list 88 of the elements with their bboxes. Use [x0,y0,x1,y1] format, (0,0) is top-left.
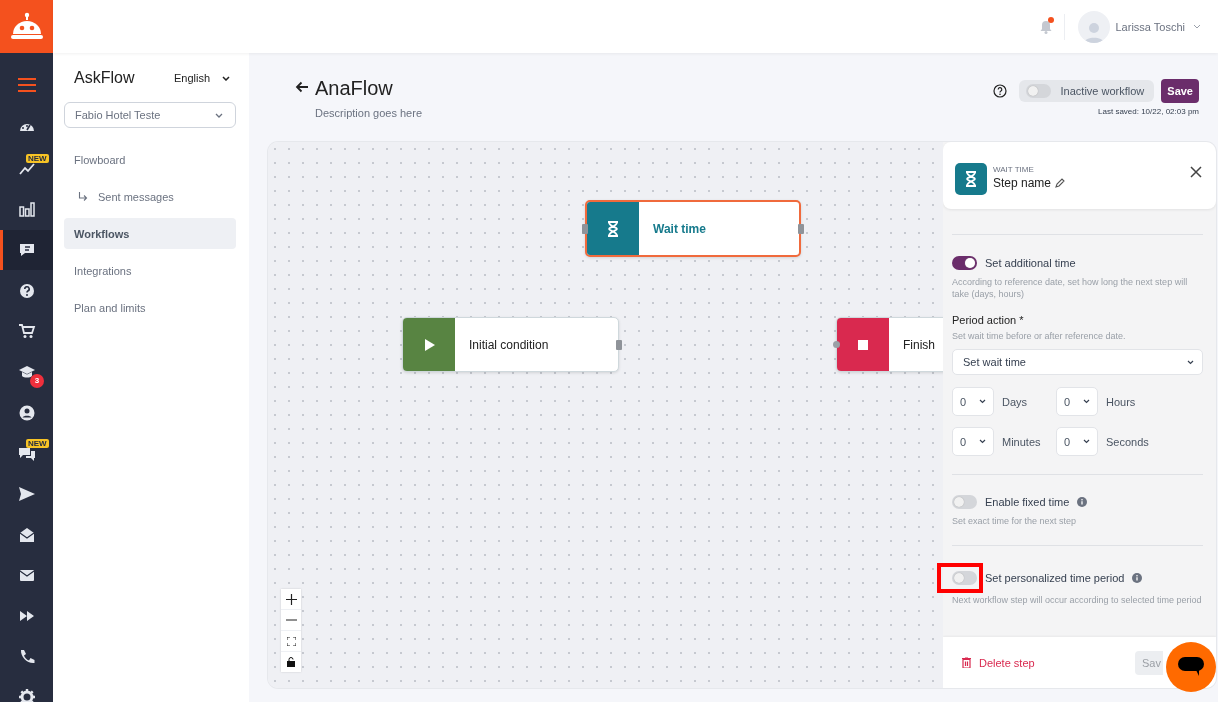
connection-port[interactable] [833,341,840,348]
user-name[interactable]: Larissa Toschi [1115,20,1185,33]
number-select[interactable]: 0 [952,387,994,416]
frame-corners-icon [286,636,296,646]
language-dropdown[interactable]: English [173,72,230,84]
number-select[interactable]: 0 [1056,387,1098,416]
toggle-label: Set personalized time period [985,572,1125,584]
nav-item[interactable]: NEW [0,148,53,189]
user-icon [17,403,36,422]
nav-item[interactable] [0,229,53,271]
number-select[interactable]: 0 [1056,427,1098,456]
connection-port[interactable] [798,223,804,234]
close-icon [1190,166,1202,178]
chevron-down-icon [1083,439,1090,444]
menu-icon[interactable] [17,78,36,93]
help-icon [17,281,36,300]
chevron-down-icon [1193,24,1201,29]
back-arrow-icon [295,81,309,93]
toggle-switch[interactable] [952,571,977,585]
plus-icon [285,593,297,605]
pencil-icon [1055,178,1066,188]
toggle-switch[interactable] [952,495,977,509]
workflow-node[interactable]: Initial condition [402,317,619,372]
help-text: Next workflow step will occur according to selected time period [952,594,1203,606]
step-type-label: WAIT TIME [993,165,1035,174]
sidebar-item[interactable]: Flowboard [64,144,236,175]
trend-line-icon [18,162,35,175]
connection-port[interactable] [582,223,588,234]
robot-logo[interactable] [0,0,53,53]
open-envelope-icon [17,525,36,544]
new-badge: NEW [26,439,49,448]
save-button[interactable]: Save [1161,79,1199,103]
help-text: Set exact time for the next step [952,515,1078,527]
cart-icon [17,322,36,341]
trash-icon [962,657,971,668]
number-select[interactable]: 0 [952,427,994,456]
workflow-node[interactable]: Wait time [585,200,801,257]
unit-label: Days [1002,395,1028,408]
unit-label: Hours [1106,395,1136,408]
highlight-frame [937,563,983,593]
nav-item[interactable]: NEW [0,433,53,474]
workflow-description: Description goes here [315,107,422,119]
workflow-status-toggle[interactable]: Inactive workflow [1018,80,1155,102]
sidebar-item[interactable]: Sent messages [64,181,236,212]
connection-port[interactable] [616,339,622,350]
toggle-switch[interactable] [1025,84,1051,98]
count-badge: 3 [30,373,44,388]
new-badge: NEW [26,154,49,164]
send-icon [17,485,36,504]
help-icon [992,84,1007,98]
delete-step-button[interactable]: Delete step [962,656,1035,669]
sidebar-item[interactable]: Integrations [64,255,236,286]
chevron-down-icon [979,439,986,444]
workflow-node[interactable]: Finish [836,317,943,372]
gear-icon [17,688,36,702]
unit-label: Minutes [1002,435,1041,448]
return-arrow-icon [78,191,88,202]
nav-item[interactable]: 3 [0,351,53,393]
info-icon [1077,497,1088,507]
workflow-title: AnaFlow [315,76,394,101]
bell-icon [1039,19,1052,34]
step-name[interactable]: Step name [993,176,1052,190]
toggle-label: Enable fixed time [985,496,1070,508]
unit-label: Seconds [1106,435,1149,448]
lock-button[interactable] [281,652,301,672]
bar-chart-icon [17,200,36,219]
robot-icon [9,11,44,42]
period-action-select[interactable]: Set wait time [952,349,1203,375]
lock-icon [287,657,295,667]
sidebar-item[interactable]: Workflows [64,218,236,249]
toggle-label: Set additional time [985,257,1076,269]
sidebar-item[interactable]: Plan and limits [64,292,236,323]
chevron-down-icon [979,399,986,404]
help-text: Set wait time before or after reference date. [952,330,1127,342]
toggle-switch[interactable] [952,256,977,270]
minus-icon [285,619,297,621]
account-select[interactable]: Fabio Hotel Teste [64,102,236,128]
chevron-down-icon [222,75,230,81]
field-label: Period action * [952,314,1025,326]
last-saved-text: Last saved: 10/22, 02:03 pm [1098,107,1199,116]
chevron-down-icon [1083,399,1090,404]
speech-bubble-icon [1178,657,1204,677]
zoom-in-button[interactable] [281,589,301,609]
help-text: According to reference date, set how long the next step will take (days, hours) [952,276,1189,300]
info-icon [1132,573,1143,583]
chevron-down-icon [215,112,223,118]
app-title: AskFlow [74,69,135,87]
chevron-down-icon [1187,359,1194,365]
